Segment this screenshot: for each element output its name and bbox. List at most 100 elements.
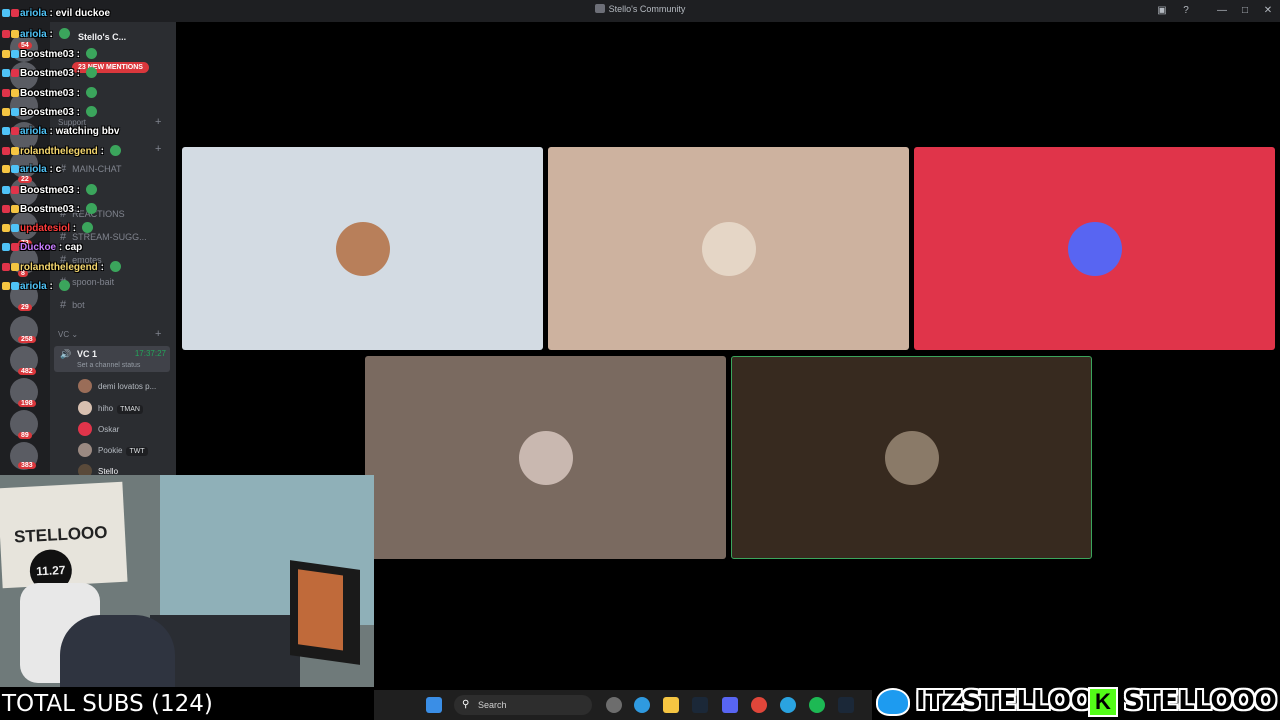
member-tag: TMAN: [117, 405, 143, 414]
server-name[interactable]: Stello's C...: [78, 32, 126, 42]
window-title: Stello's Community: [0, 4, 1280, 14]
chat-message: Boostme03 :: [2, 67, 97, 83]
chat-username: ariola: [20, 126, 47, 137]
minimize-button[interactable]: —: [1215, 4, 1229, 18]
chat-badge-icon: [2, 165, 10, 173]
chat-separator: :: [73, 185, 83, 196]
socials-overlay: ITZSTELLOO K STELLOOO: [872, 682, 1280, 720]
voice-channel-vc1[interactable]: 🔊 VC 1 17:37:27 Set a channel status: [54, 346, 170, 372]
chat-message: ariola : c: [2, 164, 61, 180]
twitter-handle: ITZSTELLOO: [916, 686, 1093, 716]
chat-message: Duckoe : cap: [2, 242, 82, 258]
participant-tile[interactable]: [365, 356, 726, 559]
participant-tile[interactable]: [731, 356, 1092, 559]
maximize-button[interactable]: □: [1238, 4, 1252, 18]
chat-badge-icon: [11, 147, 19, 155]
telegram-icon[interactable]: [780, 697, 796, 713]
kick-handle: STELLOOO: [1124, 686, 1277, 716]
chat-separator: :: [73, 204, 83, 215]
chat-separator: :: [46, 8, 56, 19]
edge-icon[interactable]: [634, 697, 650, 713]
add-channel-icon[interactable]: +: [155, 143, 161, 155]
chat-badge-icon: [11, 165, 19, 173]
chat-message: ariola :: [2, 280, 70, 296]
copilot-icon[interactable]: [606, 697, 622, 713]
help-icon[interactable]: ?: [1179, 4, 1193, 18]
server-badge: 89: [18, 432, 32, 439]
chat-badge-icon: [11, 50, 19, 58]
chat-badge-icon: [11, 224, 19, 232]
member-name: hiho: [98, 404, 114, 413]
steam-icon[interactable]: [692, 697, 708, 713]
chat-badge-icon: [11, 9, 19, 17]
member-name: demi lovatos p...: [98, 382, 157, 391]
set-channel-status[interactable]: Set a channel status: [77, 362, 140, 369]
chat-separator: :: [73, 88, 83, 99]
emote-icon: [109, 261, 121, 272]
member-tag: TWT: [126, 447, 148, 456]
chat-badge-icon: [11, 243, 19, 251]
webcam-overlay: STELLOOO 11.27: [0, 475, 374, 687]
chat-text: evil duckoe: [55, 8, 111, 19]
chat-badge-icon: [11, 263, 19, 271]
emote-icon: [58, 28, 70, 39]
add-channel-icon[interactable]: +: [155, 328, 161, 340]
window-titlebar: Stello's Community ▣ ? — □ ✕: [0, 0, 1280, 22]
channel-main-chat[interactable]: # MAIN-CHAT: [60, 163, 121, 175]
participant-tile[interactable]: [914, 147, 1275, 350]
chat-badge-icon: [2, 147, 10, 155]
chat-badge-icon: [2, 186, 10, 194]
chat-separator: :: [56, 242, 66, 253]
chat-badge-icon: [2, 243, 10, 251]
chat-message: Boostme03 :: [2, 203, 97, 219]
chat-username: ariola: [20, 29, 47, 40]
steam-icon[interactable]: [838, 697, 854, 713]
chat-badge-icon: [2, 30, 10, 38]
member-name: Pookie: [98, 446, 123, 455]
chat-separator: :: [46, 29, 56, 40]
webcam-monitor-screen: [298, 569, 343, 651]
channel-label: bot: [72, 300, 85, 310]
participant-tile[interactable]: [548, 147, 909, 350]
chat-username: ariola: [20, 164, 47, 175]
avatar: [78, 422, 92, 436]
chat-username: updatesiol: [20, 223, 71, 234]
inbox-icon[interactable]: ▣: [1155, 4, 1169, 18]
chat-text: c: [55, 164, 62, 175]
file-explorer-icon[interactable]: [663, 697, 679, 713]
category-vc[interactable]: VC ⌄: [58, 330, 78, 339]
chat-badge-icon: [2, 9, 10, 17]
chat-separator: :: [97, 146, 107, 157]
channel-bot[interactable]: # bot: [60, 299, 85, 311]
server-badge: 29: [18, 304, 32, 311]
chrome-icon[interactable]: [751, 697, 767, 713]
server-badge: 383: [18, 462, 36, 469]
emote-icon: [85, 48, 97, 59]
hash-icon: #: [60, 299, 67, 311]
chat-badge-icon: [2, 50, 10, 58]
chat-badge-icon: [2, 89, 10, 97]
add-channel-icon[interactable]: +: [155, 116, 161, 128]
webcam-monitor: [290, 560, 360, 665]
search-placeholder: Search: [478, 700, 507, 710]
discord-taskbar-icon[interactable]: [722, 697, 738, 713]
chat-username: rolandthelegend: [20, 262, 98, 273]
chat-badge-icon: [11, 89, 19, 97]
voice-channel-timer: 17:37:27: [134, 349, 166, 358]
spotify-icon[interactable]: [809, 697, 825, 713]
chat-username: Boostme03: [20, 68, 74, 79]
close-button[interactable]: ✕: [1261, 4, 1275, 18]
chat-username: Boostme03: [20, 107, 74, 118]
taskbar-search[interactable]: ⚲ Search: [454, 695, 592, 715]
emote-icon: [58, 280, 70, 291]
chat-separator: :: [73, 107, 83, 118]
speaker-icon: 🔊: [60, 349, 72, 359]
chat-username: Boostme03: [20, 88, 74, 99]
avatar: [78, 443, 92, 457]
participant-tile[interactable]: [182, 147, 543, 350]
voice-channel-name: VC 1: [77, 349, 98, 359]
start-icon[interactable]: [426, 697, 442, 713]
chat-separator: :: [70, 223, 79, 234]
webcam-banner-text: STELLOOO: [13, 522, 108, 547]
window-title-text: Stello's Community: [608, 4, 686, 14]
